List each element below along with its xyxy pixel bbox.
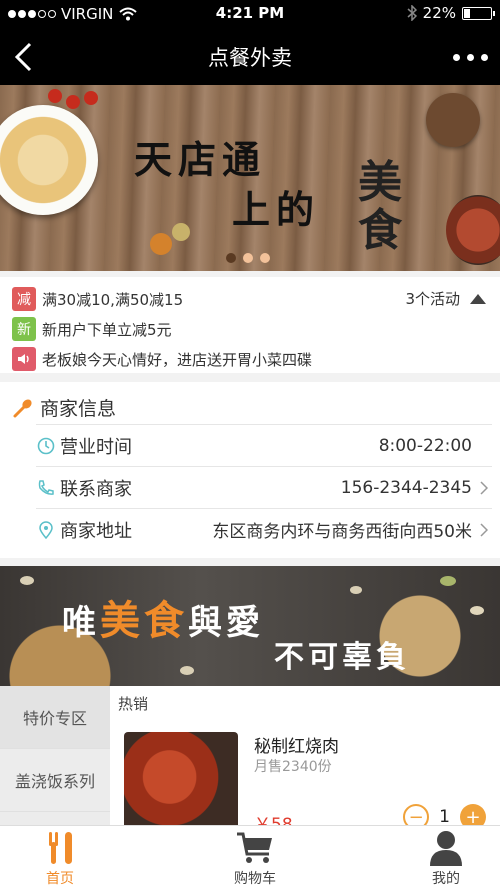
hours-value: 8:00-22:00 (378, 435, 472, 456)
quantity-stepper: − 1 + (403, 804, 486, 826)
tab-label: 购物车 (234, 871, 276, 887)
increase-quantity-button[interactable]: + (460, 804, 486, 826)
dish-name[interactable]: 秘制红烧肉 (254, 732, 339, 757)
activity-toggle[interactable]: 3个活动 (405, 288, 486, 309)
promotions-panel: 减 满30减10,满50减15 新 新用户下单立减5元 老板娘今天心情好，进店送… (0, 277, 500, 373)
shopping-cart-icon (237, 832, 272, 863)
phone-icon (38, 479, 54, 495)
battery-icon (462, 6, 495, 20)
new-user-tag-icon: 新 (12, 317, 36, 341)
promo-text: 满30减10,满50减15 (42, 290, 184, 309)
address-value: 东区商务内环与商务西街向西50米 (212, 522, 472, 542)
merchant-info-panel: 商家信息 营业时间 8:00-22:00 联系商家 156-2344-2345 … (0, 382, 500, 558)
merchant-title: 商家信息 (40, 398, 117, 420)
discount-tag-icon: 减 (12, 287, 36, 311)
hours-label: 营业时间 (60, 436, 132, 458)
tab-label: 我的 (432, 871, 460, 887)
speaker-icon (12, 347, 36, 371)
category-sidebar: 特价专区 盖浇饭系列 (0, 686, 110, 826)
steak-image (446, 195, 500, 265)
promo-text: 老板娘今天心情好，进店送开胃小菜四碟 (42, 350, 313, 369)
activity-count: 3个活动 (405, 290, 460, 308)
phone-number: 156-2344-2345 (340, 477, 472, 498)
location-pin-icon (39, 520, 53, 539)
chevron-right-icon (480, 480, 488, 495)
tab-cart[interactable]: 购物车 (205, 830, 305, 888)
collapse-triangle-icon (470, 293, 486, 304)
user-avatar-icon (430, 831, 462, 866)
address-row[interactable]: 商家地址 东区商务内环与商务西街向西50米 (36, 508, 492, 550)
business-hours-row: 营业时间 8:00-22:00 (36, 424, 492, 466)
dish-price: ￥58 (254, 815, 293, 826)
bottom-tab-bar: 首页 购物车 我的 (0, 825, 500, 889)
carousel-dot[interactable] (260, 253, 270, 263)
page-title: 点餐外卖 (208, 46, 292, 70)
promo-announcement: 老板娘今天心情好，进店送开胃小菜四碟 (12, 347, 312, 371)
hero-banner[interactable]: 天店通 上的 美食 (0, 85, 500, 271)
battery-percent: 22% (422, 4, 456, 22)
carousel-dot[interactable] (243, 253, 253, 263)
navigation-bar: 点餐外卖 (0, 28, 500, 85)
promo-banner-line-2: 不可辜負 (274, 640, 410, 675)
tab-home[interactable]: 首页 (10, 830, 110, 888)
dish-sales: 月售2340份 (254, 759, 332, 775)
pasta-plate-image (0, 105, 98, 215)
tab-profile[interactable]: 我的 (396, 830, 496, 888)
dish-image[interactable] (124, 732, 238, 826)
address-label: 商家地址 (60, 520, 132, 542)
promo-text: 新用户下单立减5元 (42, 320, 172, 339)
banner-calligraphy-3: 美食 (358, 157, 408, 256)
bluetooth-icon (407, 5, 417, 21)
decrease-quantity-button[interactable]: − (403, 804, 430, 826)
chevron-right-icon (480, 522, 488, 537)
contact-label: 联系商家 (60, 478, 132, 500)
quantity-value: 1 (439, 807, 450, 826)
more-options-icon[interactable] (453, 54, 488, 61)
banner-calligraphy-2: 上的 (232, 187, 321, 232)
wooden-board-image (426, 93, 480, 147)
section-header: 热销 (118, 695, 149, 713)
status-bar: VIRGIN 4:21 PM 22% (0, 0, 500, 28)
category-item[interactable]: 特价专区 (0, 686, 110, 749)
banner-calligraphy-1: 天店通 (134, 137, 267, 182)
category-item[interactable]: 盖浇饭系列 (0, 749, 110, 812)
tab-label: 首页 (46, 871, 74, 887)
carousel-dot[interactable] (226, 253, 236, 263)
clock-icon (37, 437, 55, 454)
promo-discount: 减 满30减10,满50减15 (12, 287, 183, 311)
contact-merchant-row[interactable]: 联系商家 156-2344-2345 (36, 466, 492, 508)
carousel-dots[interactable] (226, 253, 270, 263)
spoon-icon (13, 399, 32, 417)
promo-new-user: 新 新用户下单立减5元 (12, 317, 172, 341)
promo-banner-line-1: 唯美食與愛 (62, 597, 264, 644)
promo-banner[interactable]: 唯美食與愛 不可辜負 (0, 566, 500, 686)
product-list: 热销 秘制红烧肉 月售2340份 ￥58 − 1 + (110, 686, 500, 826)
fork-knife-icon (49, 832, 72, 864)
